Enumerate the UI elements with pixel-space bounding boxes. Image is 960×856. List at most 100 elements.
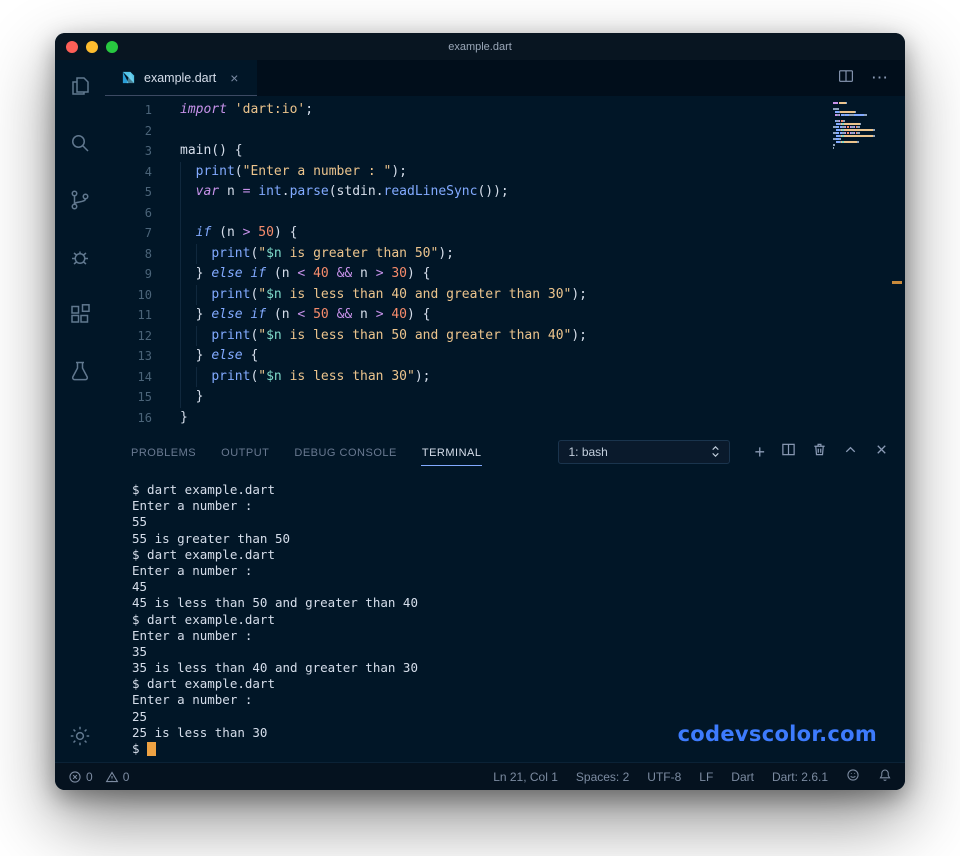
status-item[interactable]: LF xyxy=(699,770,713,784)
sidebar-item-debug[interactable] xyxy=(68,245,92,269)
maximize-panel-button[interactable] xyxy=(843,442,858,462)
code-line[interactable]: 6 xyxy=(105,202,905,223)
panel-tab-debug-console[interactable]: DEBUG CONSOLE xyxy=(293,438,397,466)
line-number: 4 xyxy=(144,164,152,179)
terminal-line: 45 xyxy=(132,579,148,595)
minimize-window-button[interactable] xyxy=(86,40,98,53)
close-icon xyxy=(877,444,886,454)
sidebar-item-search[interactable] xyxy=(68,131,92,155)
dart-icon xyxy=(122,71,135,84)
terminal-select[interactable]: 1: bash xyxy=(558,439,731,464)
sidebar-item-source-control[interactable] xyxy=(68,188,92,212)
indent-guide xyxy=(180,161,181,182)
code-line[interactable]: 13 } else { xyxy=(105,346,905,367)
terminal-line: 35 is less than 40 and greater than 30 xyxy=(132,660,418,676)
bell-icon xyxy=(879,769,891,781)
code-line[interactable]: 4 print("Enter a number : "); xyxy=(105,161,905,182)
code-text: } xyxy=(180,387,203,408)
code-line[interactable]: 7 if (n > 50) { xyxy=(105,223,905,244)
split-terminal-button[interactable] xyxy=(781,442,796,462)
editor[interactable]: 1 import 'dart:io'; 2 3 main() {4 print("Ent… xyxy=(105,96,905,434)
code-line[interactable]: 2 xyxy=(105,121,905,142)
code-text: print("$n is greater than 50"); xyxy=(180,243,454,264)
settings-button[interactable] xyxy=(68,724,92,748)
status-item[interactable]: Dart: 2.6.1 xyxy=(772,770,828,784)
panel-tabs: PROBLEMS OUTPUT DEBUG CONSOLE TERMINAL xyxy=(130,438,505,466)
sidebar-item-test[interactable] xyxy=(68,359,92,383)
split-terminal-icon xyxy=(782,443,795,455)
code-text: print("$n is less than 30"); xyxy=(180,366,430,387)
tab-example-dart[interactable]: example.dart × xyxy=(105,60,257,96)
terminal-cursor xyxy=(147,742,157,756)
status-item[interactable]: Spaces: 2 xyxy=(576,770,629,784)
line-number: 7 xyxy=(144,226,152,240)
line-number: 12 xyxy=(137,328,152,343)
line-number: 13 xyxy=(137,349,152,363)
status-item[interactable]: UTF-8 xyxy=(647,770,681,784)
tab-close-icon[interactable]: × xyxy=(230,70,238,86)
code-line[interactable]: 5 var n = int.parse(stdin.readLineSync()… xyxy=(105,182,905,203)
status-item[interactable]: Dart xyxy=(731,770,754,784)
code-line[interactable]: 8 print("$n is greater than 50"); xyxy=(105,243,905,264)
terminal-line: $ dart example.dart xyxy=(132,482,275,497)
status-right-items: Ln 21, Col 1 Spaces: 2 UTF-8 LF Dart Dart: 2.… xyxy=(493,770,828,784)
split-editor-button[interactable] xyxy=(837,67,855,90)
code-lines[interactable]: 1 import 'dart:io'; 2 3 main() {4 print("Ent… xyxy=(105,100,905,428)
feedback-button[interactable] xyxy=(846,768,860,785)
panel-header: PROBLEMS OUTPUT DEBUG CONSOLE TERMINAL 1: b… xyxy=(105,434,905,469)
indent-guide xyxy=(180,346,181,367)
more-actions-button[interactable]: ⋯ xyxy=(871,69,889,86)
code-text: print("$n is less than 40 and greater th… xyxy=(180,284,587,305)
warning-icon xyxy=(105,770,119,782)
code-text: import 'dart:io'; xyxy=(180,102,314,117)
code-line[interactable]: 14 print("$n is less than 30"); xyxy=(105,366,905,387)
terminal-line: Enter a number : xyxy=(132,627,260,643)
new-terminal-button[interactable]: + xyxy=(754,443,765,461)
code-line[interactable]: 12 print("$n is less than 50 and greater… xyxy=(105,325,905,346)
terminal-line: $ dart example.dart xyxy=(132,546,275,562)
vscode-window: example.dart example.dart × ⋯ 1 import '… xyxy=(55,33,905,790)
problems-errors[interactable]: 0 xyxy=(68,770,93,784)
kill-terminal-button[interactable] xyxy=(812,442,827,462)
panel-tab-problems[interactable]: PROBLEMS xyxy=(130,438,197,466)
code-line[interactable]: 1 import 'dart:io'; xyxy=(105,100,905,121)
activity-bar xyxy=(55,60,105,762)
smiley-icon xyxy=(847,769,859,781)
code-line[interactable]: 11 } else if (n < 50 && n > 40) { xyxy=(105,305,905,326)
code-line[interactable]: 15 } xyxy=(105,387,905,408)
extensions-icon xyxy=(71,304,90,323)
code-text: } else if (n < 50 && n > 40) { xyxy=(180,305,431,326)
code-text: print("$n is less than 50 and greater th… xyxy=(180,325,587,346)
notifications-button[interactable] xyxy=(878,768,892,785)
terminal-line: 35 xyxy=(132,643,148,659)
code-line[interactable]: 10 print("$n is less than 40 and greater… xyxy=(105,284,905,305)
zoom-window-button[interactable] xyxy=(106,40,118,53)
source-control-icon xyxy=(71,190,89,210)
tab-bar: example.dart × ⋯ xyxy=(105,60,905,96)
indent-guide xyxy=(195,284,197,305)
line-number: 3 xyxy=(144,144,152,158)
tab-label: example.dart xyxy=(144,70,217,85)
status-item[interactable]: Ln 21, Col 1 xyxy=(493,770,558,784)
panel-tab-terminal[interactable]: TERMINAL xyxy=(420,438,483,466)
close-window-button[interactable] xyxy=(66,40,78,53)
sidebar-item-explorer[interactable] xyxy=(68,74,92,98)
indent-guide xyxy=(180,202,181,223)
line-number: 11 xyxy=(137,308,152,322)
problems-warnings[interactable]: 0 xyxy=(105,769,130,784)
indent-guide xyxy=(195,243,197,264)
sidebar-item-extensions[interactable] xyxy=(68,302,92,326)
code-text: } else { xyxy=(180,346,258,367)
titlebar: example.dart xyxy=(55,33,905,60)
code-line[interactable]: 16} xyxy=(105,408,905,429)
indent-guide xyxy=(180,284,181,305)
indent-guide xyxy=(180,387,181,408)
terminal[interactable]: $ dart example.dart Enter a number : 55 55… xyxy=(105,469,905,762)
code-line[interactable]: 3 main() { xyxy=(105,141,905,162)
terminal-line: Enter a number : xyxy=(132,692,260,708)
warning-count: 0 xyxy=(122,769,130,784)
code-line[interactable]: 9 } else if (n < 40 && n > 30) { xyxy=(105,264,905,285)
panel-tab-output[interactable]: OUTPUT xyxy=(220,438,270,466)
minimap[interactable] xyxy=(833,102,891,150)
close-panel-button[interactable] xyxy=(874,442,889,462)
